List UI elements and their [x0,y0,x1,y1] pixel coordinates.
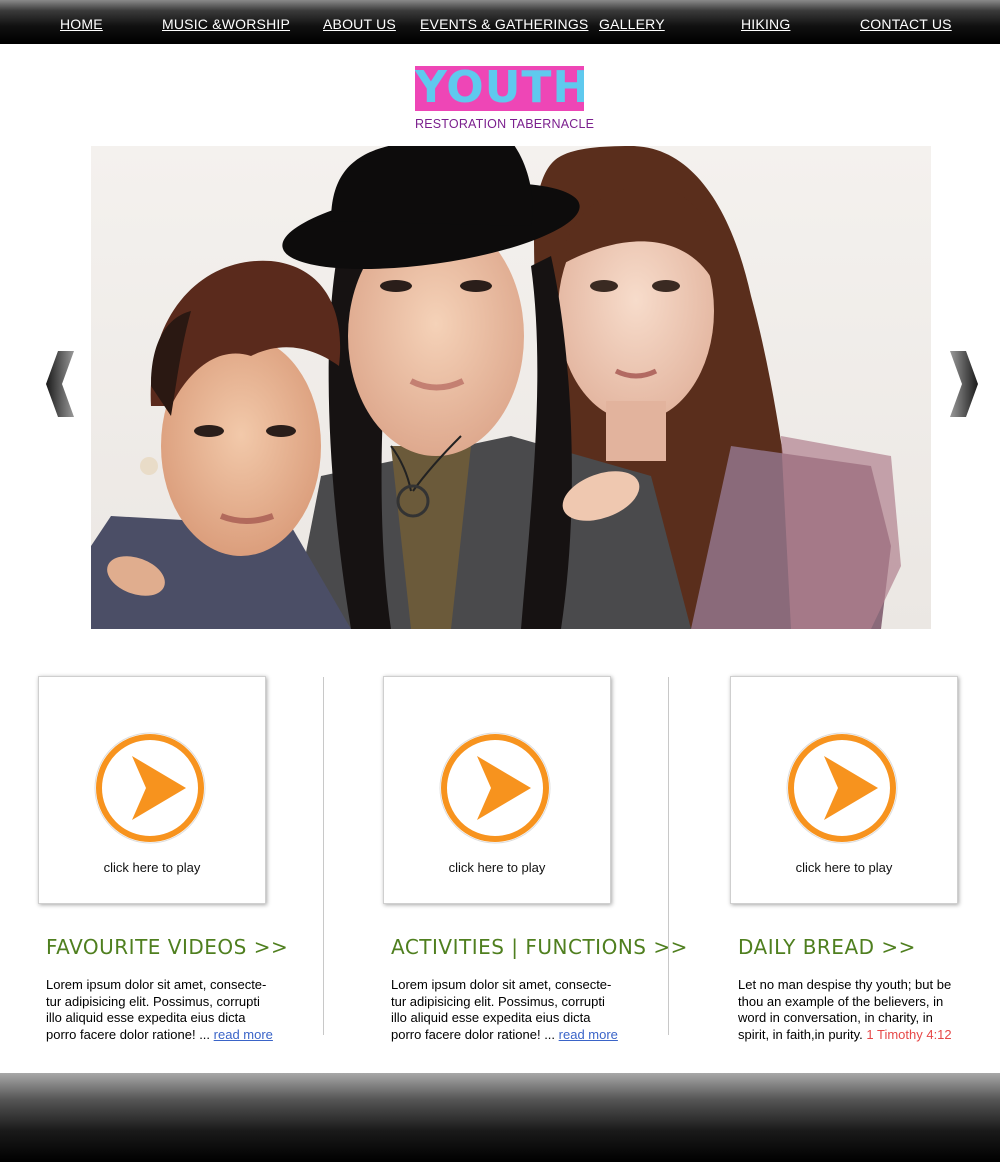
read-more-link[interactable]: read more [559,1027,618,1042]
logo-badge: YOUTH [415,66,584,111]
text-line: illo aliquid esse expedita eius dicta [391,1010,591,1025]
nav-home-link[interactable]: HOME [60,16,103,32]
slideshow-prev-button[interactable] [44,350,78,418]
top-nav: HOME MUSIC &WORSHIP ABOUT US EVENTS & GA… [0,0,1000,44]
daily-bread-play-card[interactable]: click here to play [730,676,958,904]
chevron-right-icon [950,351,978,417]
text-line: Lorem ipsum dolor sit amet, consecte- [391,977,612,992]
column-divider [668,677,669,1035]
verse-reference-link[interactable]: 1 Timothy 4:12 [866,1027,951,1042]
activities-functions-text: Lorem ipsum dolor sit amet, consecte- tu… [391,977,621,1043]
favourite-videos-text: Lorem ipsum dolor sit amet, consecte- tu… [46,977,276,1043]
activities-functions-heading-link[interactable]: ACTIVITIES | FUNCTIONS >> [391,935,688,959]
column-divider [323,677,324,1035]
chevron-left-icon [46,351,74,417]
nav-events-gatherings-link[interactable]: EVENTS & GATHERINGS [420,16,588,32]
videos-play-card[interactable]: click here to play [38,676,266,904]
hero-photo [91,146,931,629]
text-line: tur adipisicing elit. Possimus, corrupti [391,993,605,1009]
favourite-videos-heading-link[interactable]: FAVOURITE VIDEOS >> [46,935,288,959]
daily-bread-heading-link[interactable]: DAILY BREAD >> [738,935,916,959]
text-line: porro facere dolor ratione! ... [46,1026,214,1042]
nav-contact-us-link[interactable]: CONTACT US [860,16,952,32]
text-line: porro facere dolor ratione! ... [391,1026,559,1042]
page-footer [0,1073,1000,1162]
hero-slideshow-image [91,146,931,629]
text-line: word in conversation, in charity, in [738,1010,933,1025]
activities-play-card[interactable]: click here to play [383,676,611,904]
play-icon [439,732,551,844]
nav-about-us-link[interactable]: ABOUT US [323,16,396,32]
play-icon [786,732,898,844]
nav-gallery-link[interactable]: GALLERY [599,16,665,32]
daily-bread-text: Let no man despise thy youth; but be tho… [738,977,968,1043]
nav-music-worship-link[interactable]: MUSIC &WORSHIP [162,16,290,32]
nav-hiking-link[interactable]: HIKING [741,16,790,32]
text-line: spirit, in faith,in purity. [738,1026,867,1042]
text-line: thou an example of the believers, in [738,993,944,1009]
play-caption: click here to play [795,860,893,875]
play-caption: click here to play [448,860,546,875]
logo-subtitle: RESTORATION TABERNACLE [415,117,595,131]
text-line: tur adipisicing elit. Possimus, corrupti [46,993,260,1009]
read-more-link[interactable]: read more [214,1027,273,1042]
play-icon [94,732,206,844]
text-line: Let no man despise thy youth; but be [738,977,952,992]
play-caption: click here to play [103,860,201,875]
site-logo[interactable]: YOUTH RESTORATION TABERNACLE [415,66,595,136]
logo-word: YOUTH [415,66,584,111]
slideshow-next-button[interactable] [946,350,980,418]
text-line: illo aliquid esse expedita eius dicta [46,1010,246,1025]
text-line: Lorem ipsum dolor sit amet, consecte- [46,977,267,992]
